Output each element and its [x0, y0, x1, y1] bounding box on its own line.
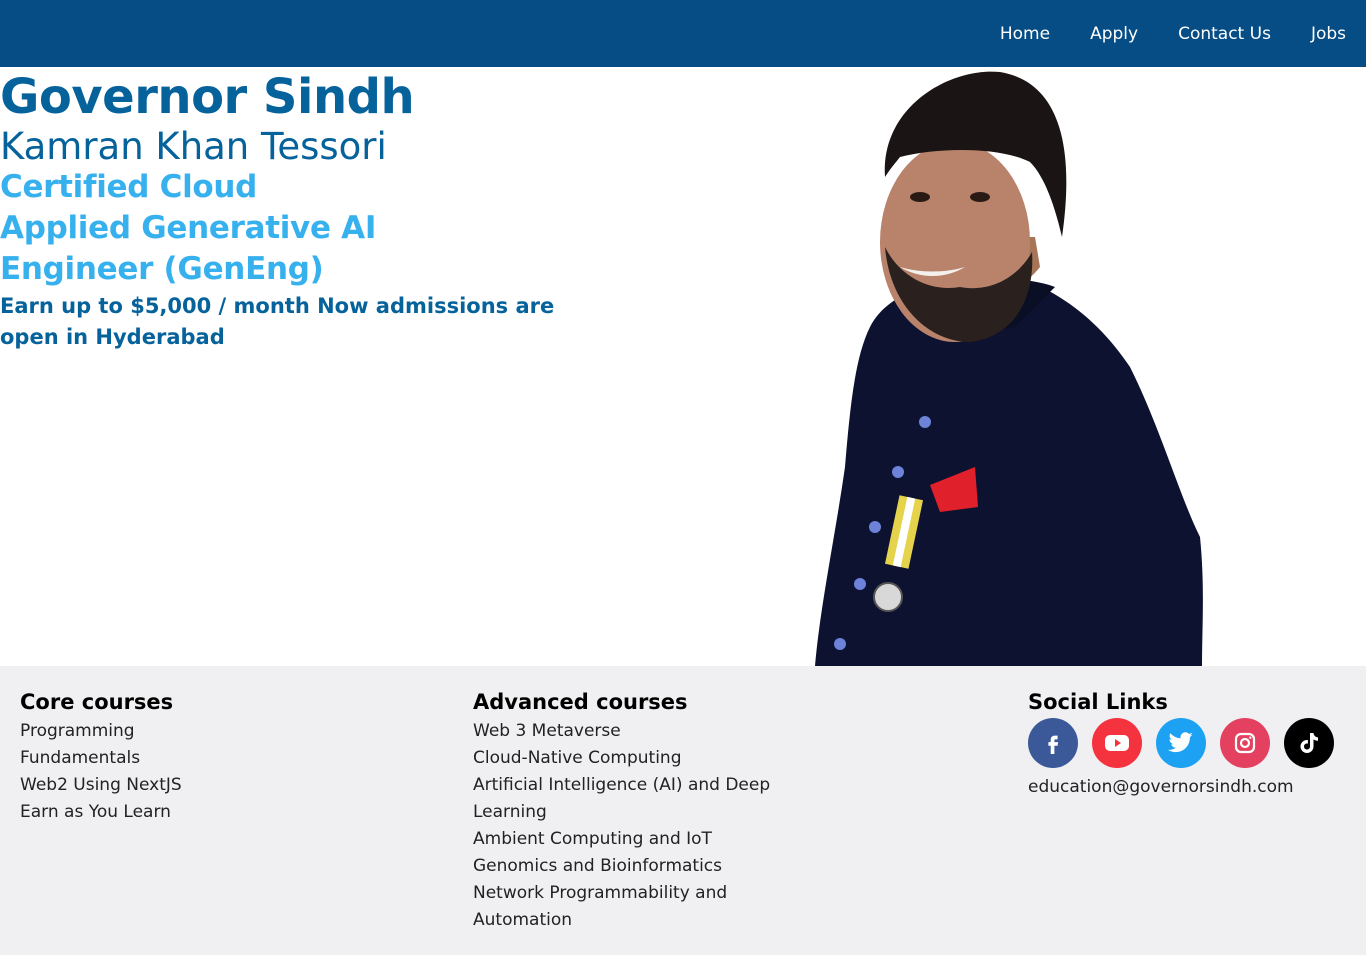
hero-earn-text: Earn up to $5,000 / month Now admissions… [0, 294, 555, 349]
nav-contact-link[interactable]: Contact Us [1178, 24, 1271, 44]
advanced-course-item[interactable]: Ambient Computing and IoT [473, 826, 773, 853]
tiktok-icon[interactable] [1284, 718, 1334, 768]
nav-jobs-link[interactable]: Jobs [1311, 24, 1346, 44]
advanced-course-item[interactable]: Web 3 Metaverse [473, 718, 773, 745]
social-links-heading: Social Links [1028, 690, 1168, 714]
navbar: Home Apply Contact Us Jobs [0, 0, 1366, 67]
nav-apply-link[interactable]: Apply [1090, 24, 1138, 44]
instagram-icon[interactable] [1220, 718, 1270, 768]
core-course-item[interactable]: Web2 Using NextJS [20, 772, 220, 799]
hero-text: Governor Sindh Kamran Khan Tessori Certi… [0, 67, 600, 353]
social-icons-row [1028, 718, 1348, 768]
core-courses-heading: Core courses [20, 690, 174, 714]
hero-subtitle-1: Certified Cloud [0, 169, 258, 205]
core-courses-column: Core courses Programming Fundamentals We… [20, 688, 220, 826]
footer: Core courses Programming Fundamentals We… [0, 666, 1366, 955]
advanced-course-item[interactable]: Artificial Intelligence (AI) and Deep Le… [473, 772, 773, 826]
contact-email[interactable]: education@governorsindh.com [1028, 774, 1348, 800]
core-course-item[interactable]: Programming [20, 718, 220, 745]
social-links-column: Social Links education@governorsindh.com [1028, 688, 1348, 800]
core-course-item[interactable]: Fundamentals [20, 745, 220, 772]
nav-home-link[interactable]: Home [1000, 24, 1050, 44]
hero-section: Governor Sindh Kamran Khan Tessori Certi… [0, 67, 1366, 666]
advanced-course-item[interactable]: Cloud-Native Computing [473, 745, 773, 772]
core-course-item[interactable]: Earn as You Learn [20, 799, 220, 826]
hero-title: Governor Sindh [0, 69, 415, 125]
advanced-course-item[interactable]: Genomics and Bioinformatics [473, 853, 773, 880]
advanced-course-item[interactable]: Network Programmability and Automation [473, 880, 773, 934]
hero-name: Kamran Khan Tessori [0, 125, 387, 168]
twitter-icon[interactable] [1156, 718, 1206, 768]
nav-links: Home Apply Contact Us Jobs [1000, 0, 1346, 67]
facebook-icon[interactable] [1028, 718, 1078, 768]
hero-subtitle-3: Engineer (GenEng) [0, 251, 324, 287]
youtube-icon[interactable] [1092, 718, 1142, 768]
advanced-courses-heading: Advanced courses [473, 690, 688, 714]
advanced-courses-column: Advanced courses Web 3 Metaverse Cloud-N… [473, 688, 773, 934]
hero-subtitle-2: Applied Generative AI [0, 210, 377, 246]
governor-portrait-image [815, 71, 1203, 666]
